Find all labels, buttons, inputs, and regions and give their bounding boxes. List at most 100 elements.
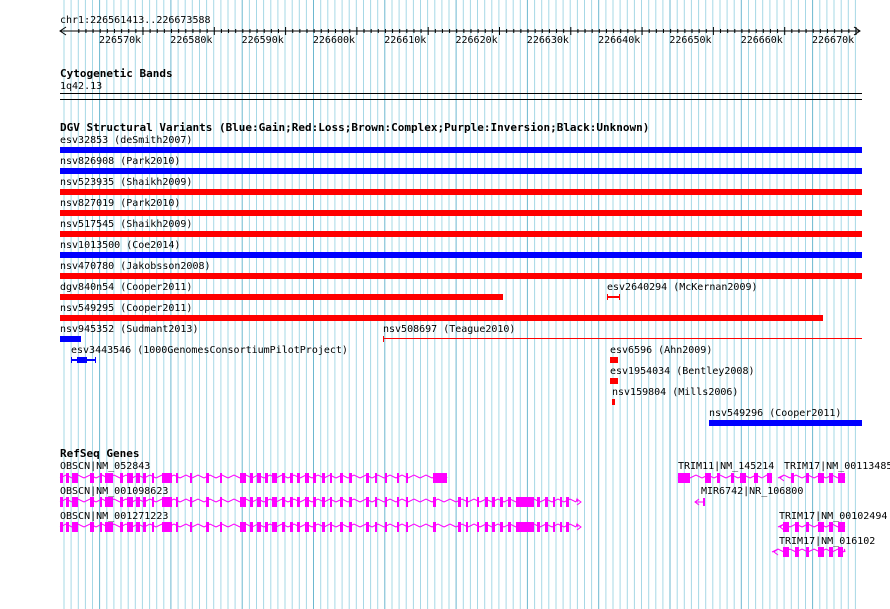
- gene-exon: [783, 522, 789, 532]
- gene-exon: [90, 522, 94, 532]
- gene-intron: [191, 498, 205, 503]
- gene-exon: [250, 497, 253, 507]
- gene-exon: [375, 473, 377, 483]
- gene-exon: [818, 522, 824, 532]
- gene-intron: [191, 523, 205, 528]
- gene-exon: [72, 473, 78, 483]
- gene-exon: [240, 497, 246, 507]
- gene-intron: [227, 523, 241, 528]
- gene-exon: [516, 497, 534, 507]
- gene-exon: [492, 522, 495, 532]
- gene-exon: [105, 473, 113, 483]
- gene-exon: [705, 473, 711, 483]
- gene-intron: [443, 523, 457, 528]
- gene-models[interactable]: [0, 0, 890, 609]
- gene-exon: [545, 522, 548, 532]
- gene-exon: [349, 522, 352, 532]
- gene-exon: [305, 473, 309, 483]
- gene-exon: [136, 522, 140, 532]
- gene-exon: [537, 497, 540, 507]
- gene-exon: [272, 473, 277, 483]
- gene-exon: [162, 473, 172, 483]
- gene-exon: [60, 473, 63, 483]
- gene-exon: [143, 497, 146, 507]
- gene-exon: [375, 522, 377, 532]
- gene-exon: [282, 522, 285, 532]
- gene-exon: [305, 522, 309, 532]
- gene-intron: [563, 498, 577, 503]
- gene-exon: [566, 522, 569, 532]
- gene-intron: [371, 523, 385, 528]
- gene-exon: [152, 497, 154, 507]
- gene-exon: [795, 522, 799, 532]
- gene-exon: [206, 522, 209, 532]
- gene-exon: [545, 497, 548, 507]
- gene-exon: [265, 522, 268, 532]
- gene-strand-arrow: [773, 548, 779, 556]
- gene-exon: [190, 497, 192, 507]
- gene-exon: [297, 497, 300, 507]
- gene-exon: [250, 522, 253, 532]
- gene-exon: [466, 497, 468, 507]
- gene-exon: [265, 497, 268, 507]
- gene-exon: [397, 473, 399, 483]
- gene-exon: [305, 497, 309, 507]
- gene-exon: [508, 522, 511, 532]
- gene-exon: [240, 522, 246, 532]
- gene-exon: [492, 497, 495, 507]
- gene-exon: [740, 473, 746, 483]
- gene-exon: [791, 473, 794, 483]
- gene-exon: [385, 473, 387, 483]
- gene-exon: [143, 522, 146, 532]
- gene-intron: [563, 523, 577, 528]
- gene-exon: [322, 497, 325, 507]
- gene-exon: [458, 522, 461, 532]
- gene-exon: [433, 522, 436, 532]
- gene-exon: [72, 497, 78, 507]
- gene-exon: [516, 522, 534, 532]
- gene-exon: [152, 473, 154, 483]
- gene-intron: [371, 474, 385, 479]
- gene-exon: [485, 497, 488, 507]
- gene-exon: [90, 473, 94, 483]
- gene-exon: [257, 497, 261, 507]
- gene-intron: [407, 498, 421, 503]
- gene-exon: [375, 497, 377, 507]
- gene-exon: [560, 522, 562, 532]
- gene-intron: [227, 498, 241, 503]
- gene-exon: [330, 497, 332, 507]
- gene-exon: [818, 473, 824, 483]
- gene-exon: [152, 522, 154, 532]
- gene-exon: [272, 497, 277, 507]
- gene-intron: [407, 523, 421, 528]
- gene-intron: [843, 548, 846, 553]
- gene-exon: [206, 497, 209, 507]
- gene-exon: [754, 473, 758, 483]
- gene-exon: [272, 522, 277, 532]
- gene-intron: [419, 523, 433, 528]
- gene-exon: [806, 547, 809, 557]
- gene-exon: [190, 473, 192, 483]
- gene-exon: [220, 473, 222, 483]
- gene-exon: [349, 497, 352, 507]
- gene-strand-arrow: [779, 474, 785, 482]
- gene-exon: [120, 473, 123, 483]
- gene-exon: [66, 497, 69, 507]
- gene-intron: [419, 474, 433, 479]
- gene-exon: [265, 473, 268, 483]
- gene-exon: [340, 522, 343, 532]
- gene-exon: [120, 522, 123, 532]
- gene-exon: [829, 473, 833, 483]
- gene-exon: [297, 473, 300, 483]
- gene-exon: [105, 522, 113, 532]
- gene-intron: [203, 498, 217, 503]
- gene-exon: [566, 497, 569, 507]
- gene-exon: [313, 497, 316, 507]
- gene-exon: [795, 547, 799, 557]
- gene-exon: [703, 498, 705, 506]
- gene-exon: [100, 522, 102, 532]
- gene-exon: [60, 522, 63, 532]
- gene-exon: [783, 547, 789, 557]
- gene-exon: [176, 497, 178, 507]
- gene-exon: [508, 497, 511, 507]
